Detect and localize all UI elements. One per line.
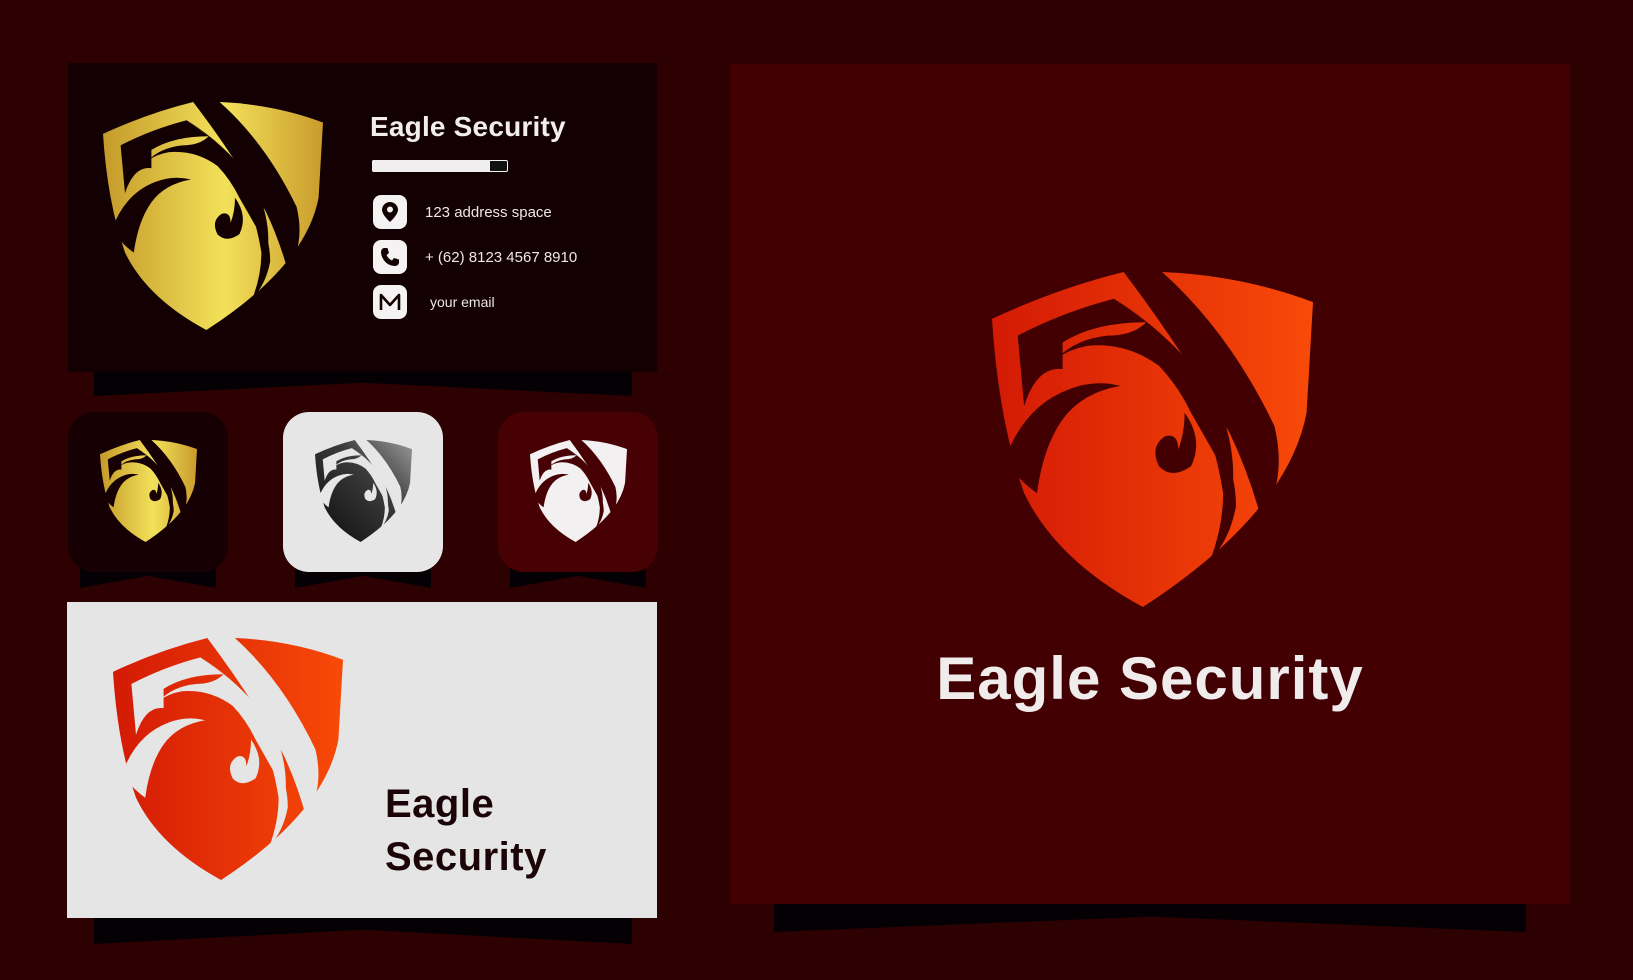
- address-text: 123 address space: [425, 203, 552, 221]
- main-panel-title: Eagle Security: [936, 645, 1364, 712]
- progress-bar-fill: [372, 160, 491, 172]
- contact-email: your email: [373, 285, 495, 319]
- eagle-shield-logo-gray: [315, 440, 412, 542]
- contact-phone: + (62) 8123 4567 8910: [373, 240, 577, 274]
- light-card-title-line1: Eagle: [385, 782, 495, 826]
- mail-icon: [373, 285, 407, 319]
- eagle-shield-logo-gold: [100, 440, 197, 542]
- decorative-progress-bar: [372, 160, 508, 172]
- app-icon-white: [498, 412, 658, 572]
- main-panel-shadow: [774, 904, 1526, 932]
- business-card-shadow: [94, 372, 632, 396]
- main-logo-panel: Eagle Security: [730, 64, 1570, 904]
- contact-address: 123 address space: [373, 195, 552, 229]
- eagle-shield-logo-red: [113, 638, 343, 880]
- app-icon-gray: [283, 412, 443, 572]
- email-text: your email: [430, 294, 495, 310]
- location-pin-icon: [373, 195, 407, 229]
- eagle-shield-logo-gold: [103, 102, 323, 330]
- business-card-title: Eagle Security: [370, 111, 566, 142]
- app-icon-gold: [68, 412, 228, 572]
- light-logo-card: Eagle Security: [67, 602, 657, 918]
- phone-icon: [373, 240, 407, 274]
- light-card-shadow: [94, 918, 632, 944]
- phone-text: + (62) 8123 4567 8910: [425, 248, 578, 266]
- eagle-shield-logo-white: [530, 440, 627, 542]
- light-card-title: Eagle Security: [385, 778, 547, 884]
- light-card-title-line2: Security: [385, 835, 547, 879]
- business-card: Eagle Security 123 address space + (62) …: [68, 63, 657, 372]
- eagle-shield-logo-red-large: [992, 272, 1313, 607]
